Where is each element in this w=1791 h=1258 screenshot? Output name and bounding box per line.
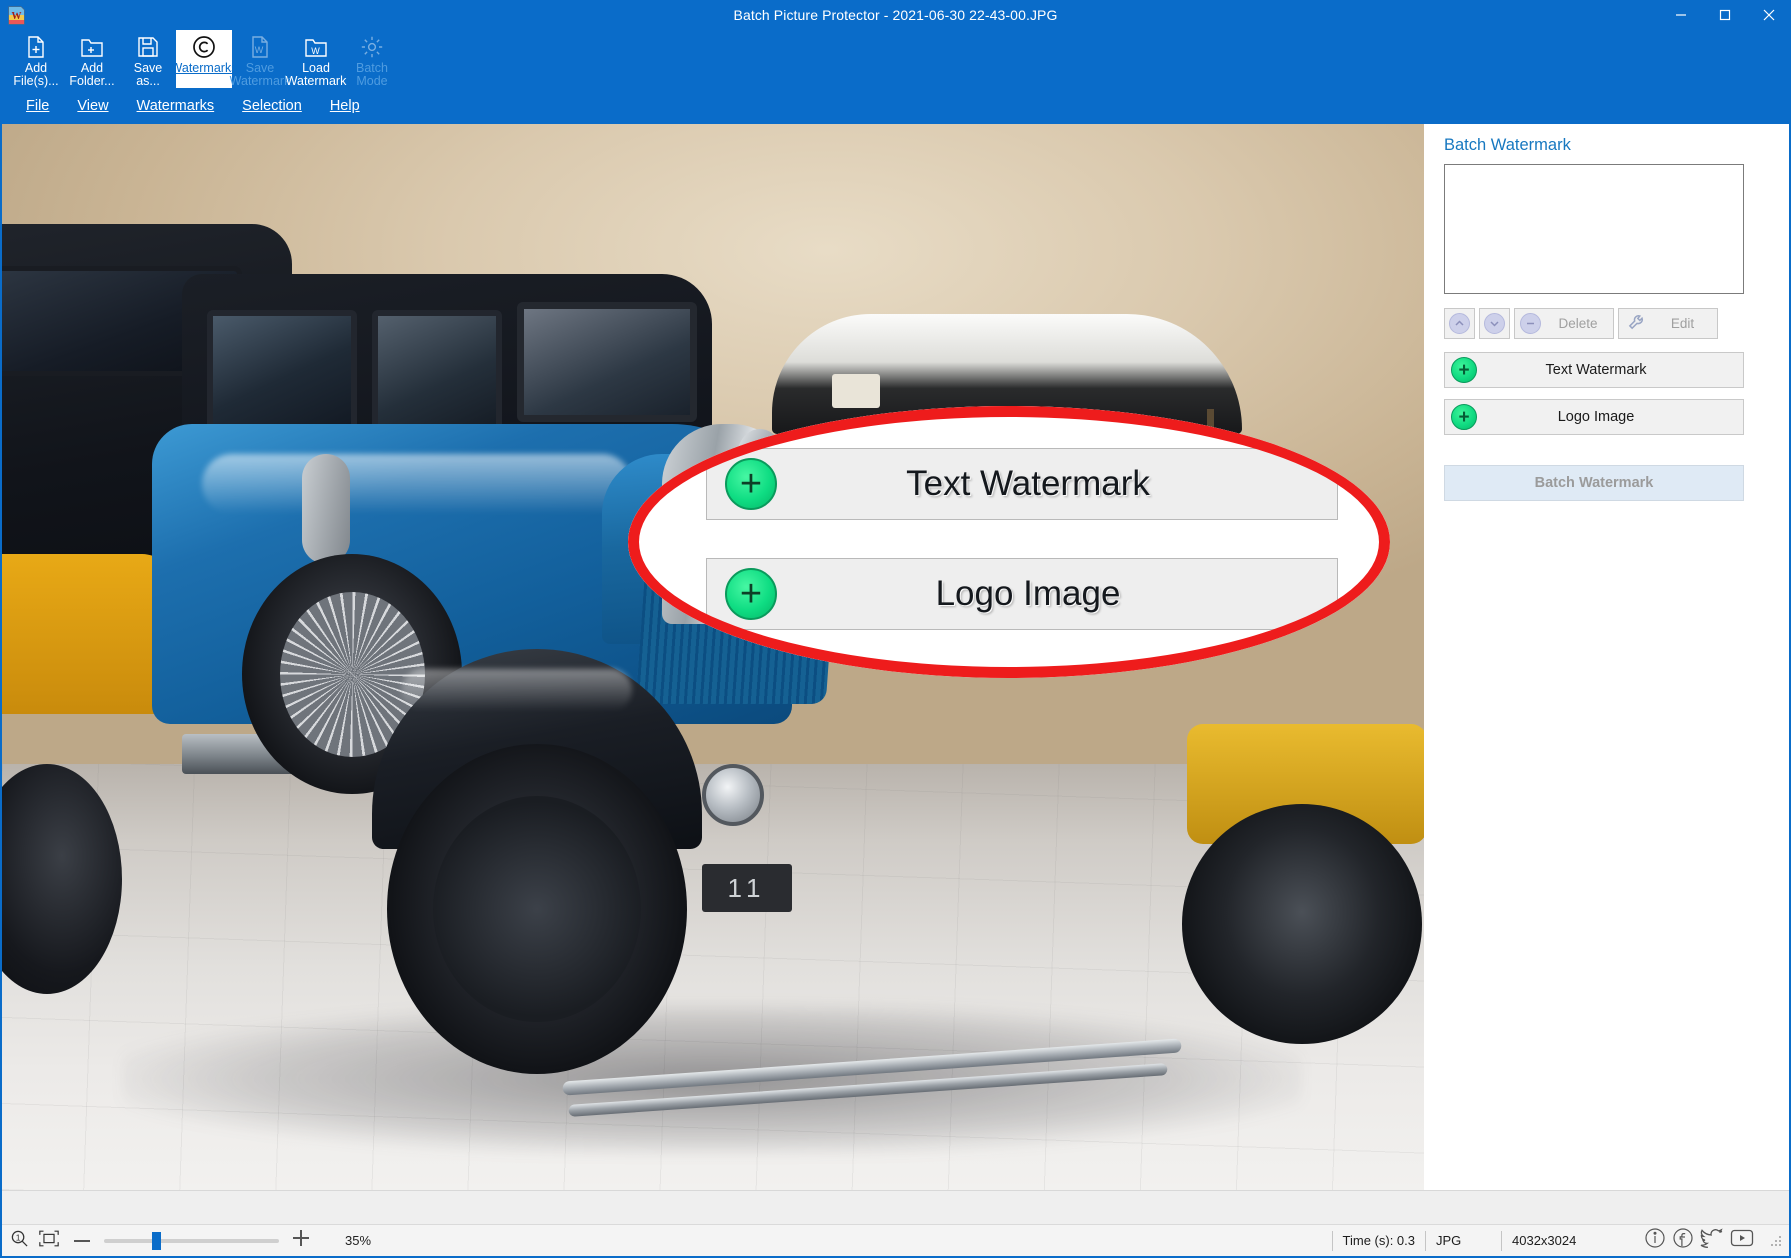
svg-text:W: W <box>311 46 320 56</box>
status-bar: 1 35% Time (s): 0.3 JPG 4032x3024 <box>2 1224 1789 1256</box>
plus-circle-icon: + <box>1451 404 1477 430</box>
minus-circle-icon <box>1520 313 1541 334</box>
maximize-button[interactable] <box>1703 0 1747 30</box>
ribbon-save-watermark: W Save Watermark <box>229 30 291 88</box>
video-play-icon[interactable] <box>1729 1227 1755 1254</box>
batch-watermark-button-label: Batch Watermark <box>1534 475 1654 491</box>
delete-button-label: Delete <box>1558 316 1598 331</box>
floppy-save-icon <box>136 34 160 60</box>
ribbon-load-watermark-label: Load Watermark <box>285 61 347 88</box>
fit-to-window-icon[interactable] <box>38 1229 60 1253</box>
license-plate: 11 <box>702 864 792 912</box>
ribbon-save-as[interactable]: Save as... <box>120 30 176 88</box>
ribbon-watermarks[interactable]: Watermarks <box>171 30 237 88</box>
copyright-icon <box>191 34 217 60</box>
status-time: Time (s): 0.3 <box>1331 1230 1425 1251</box>
svg-text:W: W <box>255 45 264 55</box>
menu-file-label: File <box>26 98 50 114</box>
magnifier-1to1-icon[interactable]: 1 <box>10 1229 29 1253</box>
ribbon-batch-mode-label: Batch Mode <box>356 61 388 88</box>
wrench-icon <box>1627 313 1646 335</box>
w-file-icon: W <box>248 34 272 60</box>
ribbon-load-watermark[interactable]: W Load Watermark <box>285 30 347 88</box>
minimize-button[interactable] <box>1659 0 1703 30</box>
ribbon-toolbar: Add File(s)... Add Folder... Save as... … <box>0 30 1791 88</box>
delete-button: Delete <box>1514 308 1614 339</box>
edit-button: Edit <box>1618 308 1718 339</box>
resize-grip[interactable] <box>1769 1234 1783 1248</box>
file-plus-icon <box>24 34 48 60</box>
move-down-button <box>1479 308 1510 339</box>
panel-title: Batch Watermark <box>1444 136 1571 154</box>
ribbon-add-folder-label: Add Folder... <box>69 61 115 88</box>
status-format: JPG <box>1425 1230 1501 1251</box>
close-button[interactable] <box>1747 0 1791 30</box>
chevron-up-icon <box>1449 313 1470 334</box>
menu-help[interactable]: Help <box>316 95 374 117</box>
batch-watermark-button: Batch Watermark <box>1444 465 1744 501</box>
svg-text:1: 1 <box>16 1232 21 1242</box>
edit-button-label: Edit <box>1670 316 1695 331</box>
plus-circle-icon: + <box>1451 357 1477 383</box>
move-up-button <box>1444 308 1475 339</box>
info-circle-icon[interactable] <box>1643 1226 1667 1255</box>
ribbon-add-files[interactable]: Add File(s)... <box>8 30 64 88</box>
ribbon-save-as-label: Save as... <box>133 61 163 88</box>
add-text-watermark-label: Text Watermark <box>1545 362 1647 378</box>
menu-bar: File View Watermarks Selection Help <box>0 88 1791 124</box>
application-window: W Batch Picture Protector - 2021-06-30 2… <box>0 0 1791 1258</box>
w-folder-icon: W <box>304 34 328 60</box>
window-title: Batch Picture Protector - 2021-06-30 22-… <box>733 7 1058 23</box>
add-logo-image-label: Logo Image <box>1557 409 1635 425</box>
menu-view[interactable]: View <box>63 95 122 117</box>
gear-icon <box>360 34 384 60</box>
ribbon-save-watermark-label: Save Watermark <box>229 61 291 88</box>
zoom-in-button[interactable] <box>288 1229 314 1252</box>
menu-file[interactable]: File <box>12 95 63 117</box>
menu-watermarks-label: Watermarks <box>136 98 215 114</box>
folder-plus-icon <box>80 34 104 60</box>
chevron-down-icon <box>1484 313 1505 334</box>
zoom-slider-thumb[interactable] <box>152 1231 161 1250</box>
batch-watermark-panel: Batch Watermark Delete Edit + Text Water… <box>1424 124 1789 1190</box>
add-logo-image-button[interactable]: + Logo Image <box>1444 399 1744 435</box>
title-bar: W Batch Picture Protector - 2021-06-30 2… <box>0 0 1791 30</box>
menu-selection[interactable]: Selection <box>228 95 316 117</box>
social-links <box>1621 1226 1769 1255</box>
menu-help-label: Help <box>329 98 360 114</box>
ribbon-add-files-label: Add File(s)... <box>13 61 59 88</box>
add-text-watermark-button[interactable]: + Text Watermark <box>1444 352 1744 388</box>
watermark-list[interactable] <box>1444 164 1744 294</box>
menu-selection-label: Selection <box>242 98 302 114</box>
ribbon-watermarks-label: Watermarks <box>170 61 238 75</box>
image-canvas[interactable]: 11 <box>2 124 1424 1190</box>
menu-view-label: View <box>77 98 109 114</box>
photo-preview: 11 <box>2 124 1424 1190</box>
horizontal-scroll-strip[interactable] <box>2 1190 1789 1224</box>
zoom-out-button[interactable] <box>69 1231 95 1251</box>
ribbon-batch-mode: Batch Mode <box>344 30 400 88</box>
twitter-bird-icon[interactable] <box>1699 1226 1725 1255</box>
watermark-list-toolbar: Delete Edit <box>1444 308 1754 339</box>
status-dimensions: 4032x3024 <box>1501 1230 1621 1251</box>
menu-watermarks[interactable]: Watermarks <box>123 95 229 117</box>
facebook-icon[interactable] <box>1671 1226 1695 1255</box>
zoom-slider[interactable] <box>104 1231 279 1250</box>
zoom-percent-label: 35% <box>345 1233 372 1248</box>
window-controls <box>1659 0 1791 30</box>
ribbon-add-folder[interactable]: Add Folder... <box>64 30 120 88</box>
